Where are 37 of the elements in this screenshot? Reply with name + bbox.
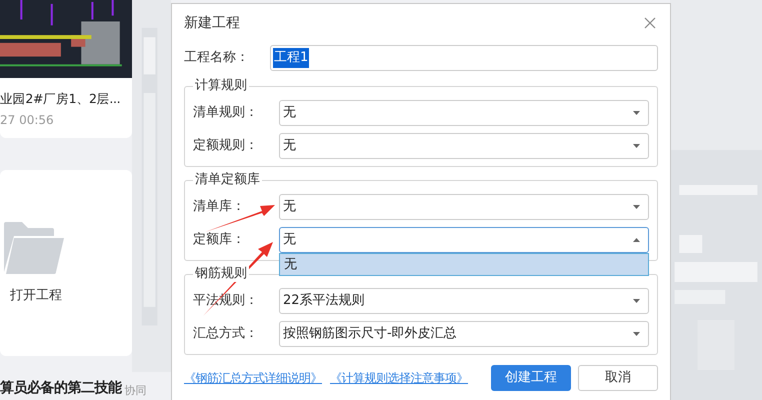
help-link[interactable]: 《计算规则选择注意事项》	[330, 369, 468, 387]
caret-icon	[633, 238, 640, 242]
dropdown-select[interactable]: 22系平法规则	[279, 288, 649, 314]
caret-icon	[633, 111, 640, 115]
group-title: 计算规则	[193, 78, 249, 94]
caret-icon	[633, 205, 640, 209]
project-title: 业园2#厂房1、2层...	[0, 90, 122, 108]
field-label: 工程名称：	[184, 49, 250, 68]
caret-icon	[633, 299, 640, 303]
dropdown-select[interactable]: 按照钢筋图示尺寸-即外皮汇总	[279, 321, 649, 347]
caret-icon	[633, 332, 640, 336]
group-title: 清单定额库	[193, 172, 262, 188]
field-label: 平法规则：	[193, 292, 259, 310]
field-label: 清单规则：	[193, 104, 259, 122]
caret-icon	[633, 144, 640, 148]
folder-icon	[2, 220, 66, 276]
help-link[interactable]: 《钢筋汇总方式详细说明》	[184, 369, 322, 387]
headline: 算员必备的第二技能	[0, 379, 122, 398]
headline-tag: 协同	[124, 382, 146, 399]
project-time: 27 00:56	[0, 112, 55, 129]
field-label: 汇总方式：	[193, 325, 259, 344]
close-button[interactable]	[642, 15, 658, 31]
open-project-label: 打开工程	[9, 287, 62, 306]
create-button[interactable]: 创建工程	[491, 365, 571, 391]
dropdown-select[interactable]: 无	[279, 194, 649, 220]
dropdown-select[interactable]: 无	[279, 227, 649, 253]
group-title: 钢筋规则	[193, 266, 249, 282]
open-project-card[interactable]: 打开工程	[0, 170, 132, 356]
project-name-field[interactable]: 工程1	[270, 45, 658, 71]
field-label: 清单库：	[193, 198, 246, 216]
dropdown-option[interactable]: 无	[280, 254, 648, 275]
dropdown-select[interactable]: 无	[279, 100, 649, 126]
dropdown-select[interactable]: 无	[279, 133, 649, 159]
cancel-button[interactable]: 取消	[578, 365, 658, 391]
field-label: 定额规则：	[193, 137, 259, 156]
field-label: 定额库：	[193, 231, 246, 250]
dialog-title: 新建工程	[184, 14, 240, 32]
